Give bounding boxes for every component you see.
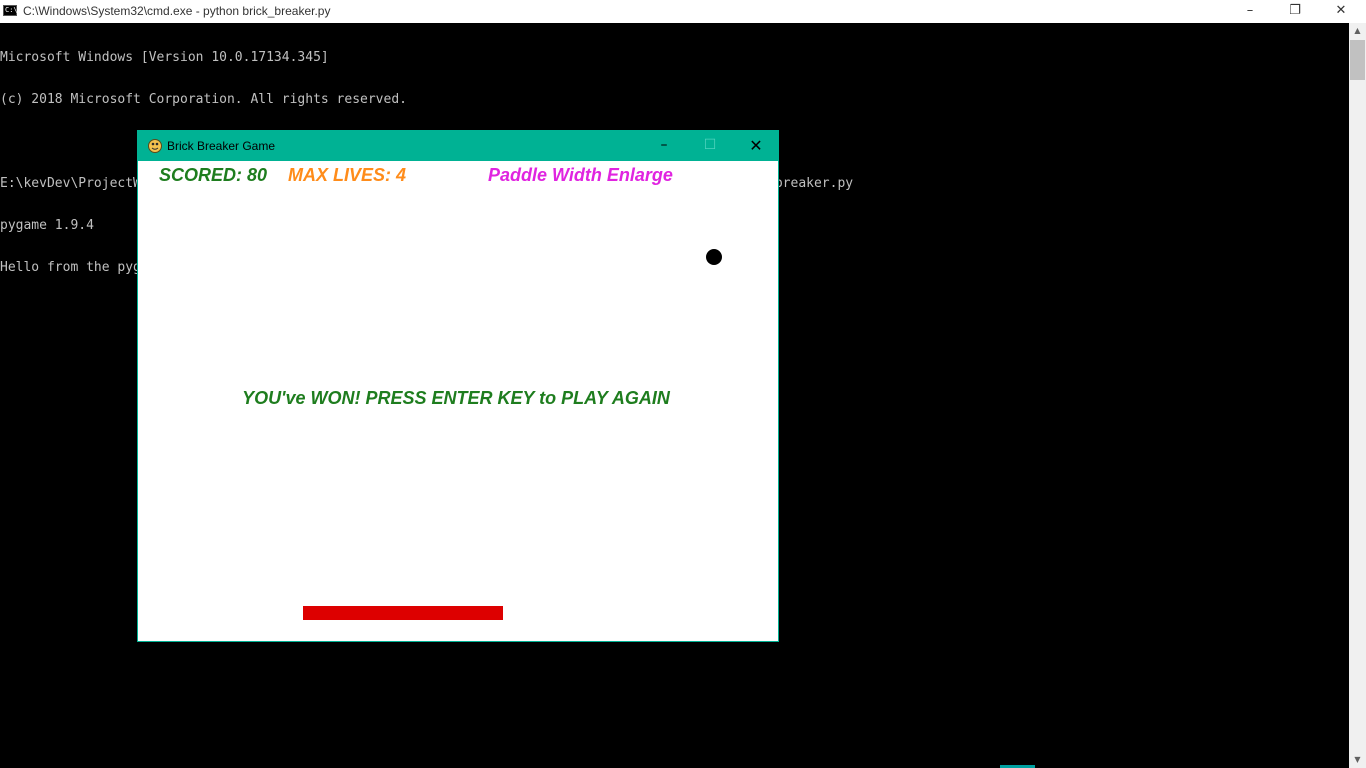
scroll-down-arrow-icon[interactable]: ▼ (1349, 752, 1366, 768)
pygame-snake-icon (148, 139, 162, 153)
cmd-window-title: C:\Windows\System32\cmd.exe - python bri… (23, 4, 331, 18)
game-window[interactable]: Brick Breaker Game – ☐ ✕ SCORED: 80 MAX … (137, 130, 779, 642)
game-window-title: Brick Breaker Game (167, 139, 276, 153)
console-scrollbar[interactable]: ▲ ▼ (1349, 23, 1366, 768)
console-line: (c) 2018 Microsoft Corporation. All righ… (0, 92, 407, 107)
game-minimize-button[interactable]: – (641, 131, 687, 161)
game-close-button[interactable]: ✕ (733, 131, 779, 161)
console-line: Microsoft Windows [Version 10.0.17134.34… (0, 50, 329, 65)
cmd-restore-button[interactable]: ❐ (1272, 0, 1318, 23)
lives-display: MAX LIVES: 4 (288, 165, 407, 185)
game-titlebar[interactable]: Brick Breaker Game – ☐ ✕ (138, 131, 778, 161)
scroll-up-arrow-icon[interactable]: ▲ (1349, 23, 1366, 39)
game-maximize-button[interactable]: ☐ (687, 131, 733, 161)
paddle[interactable] (303, 606, 503, 620)
ball (706, 249, 722, 265)
console-icon[interactable]: C:\ (3, 5, 18, 16)
win-message: YOU've WON! PRESS ENTER KEY to PLAY AGAI… (242, 388, 670, 408)
score-display: SCORED: 80 (159, 165, 268, 185)
game-canvas[interactable]: SCORED: 80 MAX LIVES: 4 Paddle Width Enl… (138, 161, 778, 641)
cmd-close-button[interactable]: ✕ (1318, 0, 1364, 23)
scrollbar-thumb[interactable] (1350, 40, 1365, 80)
cmd-minimize-button[interactable]: – (1227, 0, 1273, 23)
cmd-titlebar[interactable]: C:\ C:\Windows\System32\cmd.exe - python… (0, 0, 1366, 23)
powerup-display: Paddle Width Enlarge (488, 165, 673, 185)
